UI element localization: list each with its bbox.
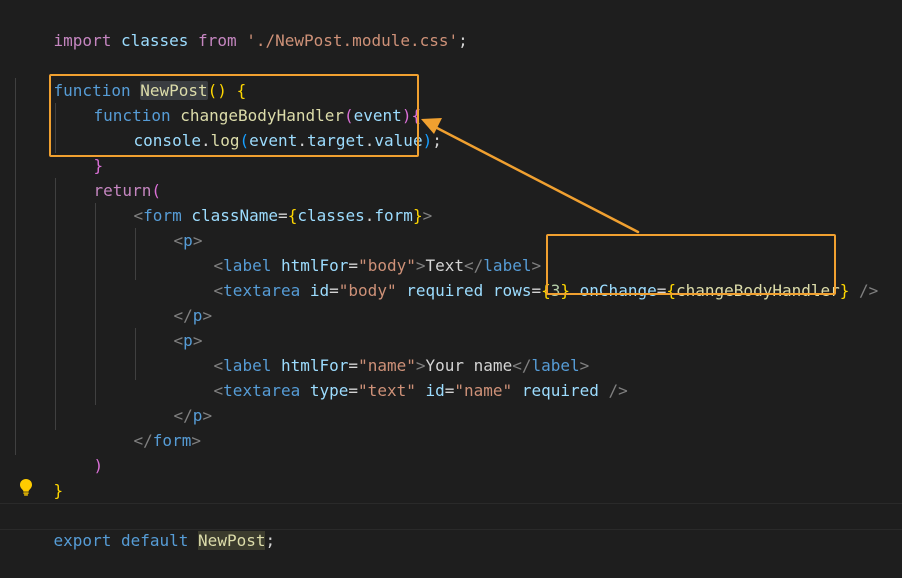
annotation-arrow xyxy=(421,118,640,234)
code-editor[interactable]: import classes from './NewPost.module.cs… xyxy=(0,0,902,550)
